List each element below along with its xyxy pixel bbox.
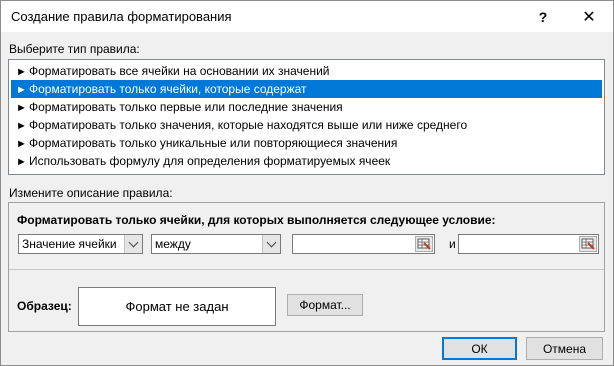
rule-type-item-selected[interactable]: ► Форматировать только ячейки, которые со…: [11, 80, 602, 98]
bullet-arrow-icon: ►: [16, 84, 27, 96]
condition-combo[interactable]: Значение ячейки: [18, 234, 143, 254]
window-title: Создание правила форматирования: [11, 9, 232, 24]
format-rule-dialog: Создание правила форматирования ? ✕ Выбе…: [0, 0, 614, 366]
rule-type-item[interactable]: ► Форматировать только первые или последн…: [11, 98, 602, 116]
rule-description-panel: Форматировать только ячейки, для которых…: [8, 202, 605, 332]
close-button[interactable]: ✕: [567, 1, 611, 32]
range-select-icon[interactable]: [579, 236, 597, 252]
rule-type-label: Выберите тип правила:: [9, 42, 140, 56]
and-label: и: [449, 237, 456, 251]
bullet-arrow-icon: ►: [16, 138, 27, 150]
title-bar: Создание правила форматирования ? ✕: [1, 1, 613, 32]
condition-combo-value: Значение ячейки: [22, 237, 117, 251]
operator-combo[interactable]: между: [151, 234, 281, 254]
bullet-arrow-icon: ►: [16, 102, 27, 114]
rule-type-item-label: Форматировать только ячейки, которые сод…: [29, 82, 307, 96]
rule-description-label: Измените описание правила:: [9, 186, 173, 200]
rule-type-item-label: Форматировать только уникальные или повт…: [29, 136, 398, 150]
value1-input[interactable]: [292, 234, 435, 254]
panel-divider: [9, 269, 604, 270]
cancel-button[interactable]: Отмена: [526, 337, 603, 360]
range-select-icon[interactable]: [415, 236, 433, 252]
rule-type-item[interactable]: ► Форматировать только уникальные или пов…: [11, 134, 602, 152]
rule-type-item-label: Форматировать только значения, которые н…: [29, 118, 468, 132]
rule-type-item-label: Использовать формулу для определения фор…: [29, 154, 391, 168]
rule-type-item[interactable]: ► Использовать формулу для определения фо…: [11, 152, 602, 170]
help-button[interactable]: ?: [521, 1, 565, 32]
format-preview-text: Формат не задан: [125, 299, 229, 314]
sample-label: Образец:: [17, 299, 72, 313]
bullet-arrow-icon: ►: [16, 120, 27, 132]
rule-type-item-label: Форматировать все ячейки на основании их…: [29, 64, 330, 78]
condition-heading: Форматировать только ячейки, для которых…: [17, 213, 496, 227]
rule-type-item[interactable]: ► Форматировать только значения, которые …: [11, 116, 602, 134]
operator-combo-value: между: [155, 237, 191, 251]
bullet-arrow-icon: ►: [16, 66, 27, 78]
format-button[interactable]: Формат...: [287, 294, 363, 316]
chevron-down-icon[interactable]: [262, 235, 280, 253]
rule-type-item-label: Форматировать только первые или последни…: [29, 100, 343, 114]
chevron-down-icon[interactable]: [124, 235, 142, 253]
bullet-arrow-icon: ►: [16, 156, 27, 168]
value2-input[interactable]: [458, 234, 599, 254]
ok-button[interactable]: ОК: [442, 337, 517, 360]
rule-type-item[interactable]: ► Форматировать все ячейки на основании и…: [11, 62, 602, 80]
format-preview: Формат не задан: [78, 287, 276, 326]
rule-type-list[interactable]: ► Форматировать все ячейки на основании и…: [8, 59, 605, 175]
